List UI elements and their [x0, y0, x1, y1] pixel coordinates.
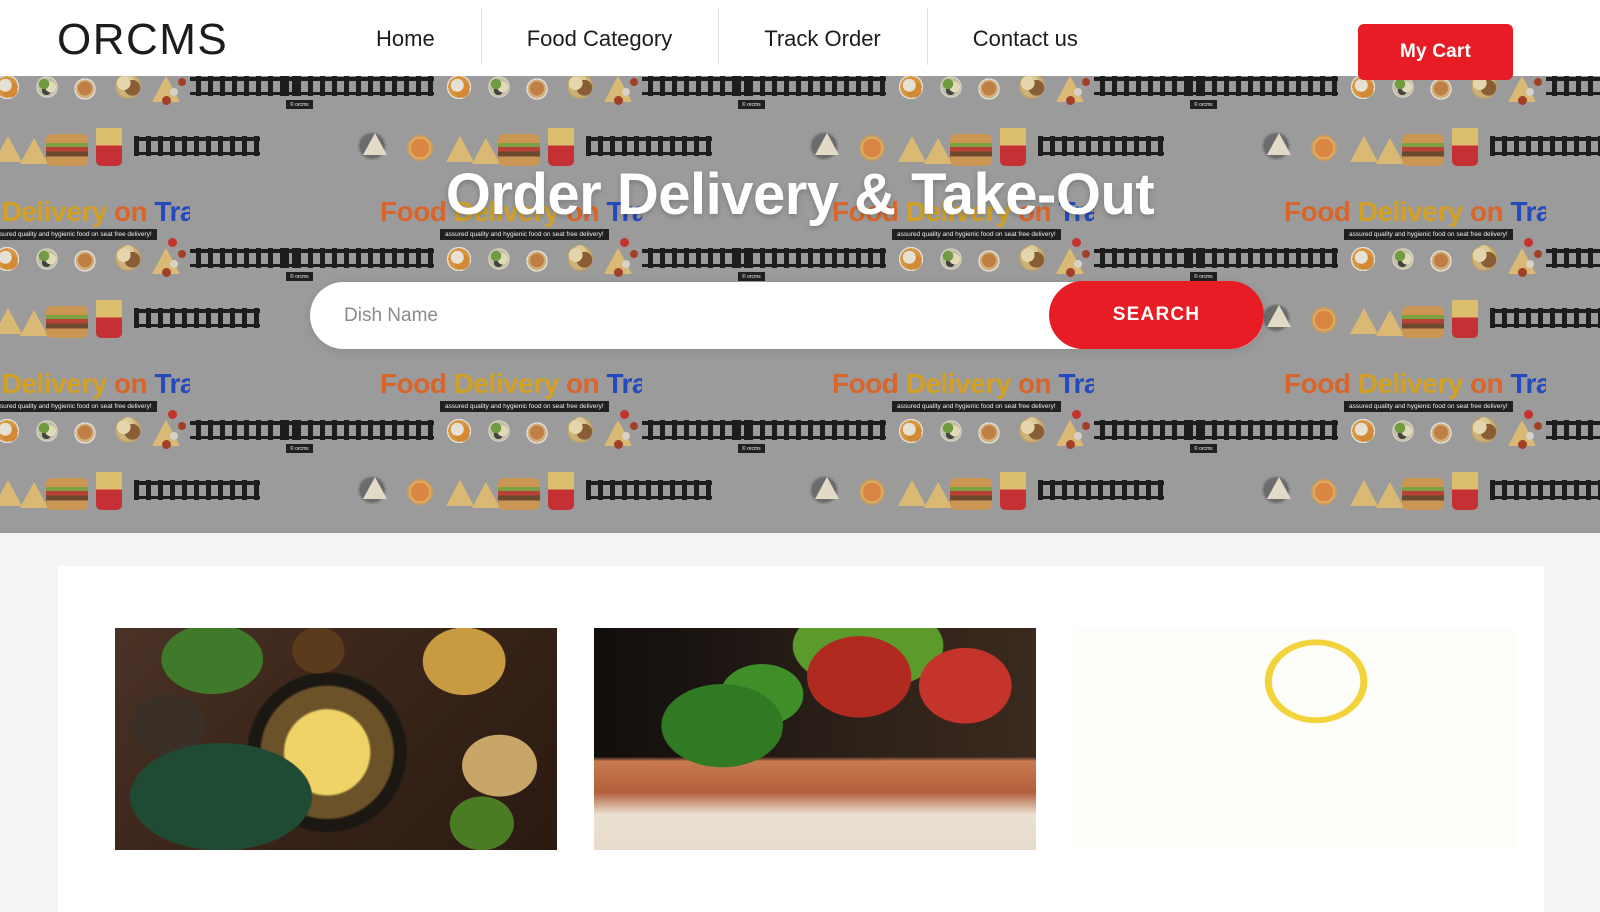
- dish-image-polenta[interactable]: [115, 628, 557, 850]
- dish-image-thai-basil-chicken[interactable]: [1073, 628, 1515, 850]
- dish-card-grid: [115, 628, 1515, 874]
- dishes-panel: [58, 566, 1544, 912]
- dish-card-body: [1073, 850, 1515, 868]
- nav-item-contact-us[interactable]: Contact us: [926, 0, 1124, 65]
- nav-item-track-order[interactable]: Track Order: [718, 0, 927, 65]
- hero-banner: Food Delivery on Trainsassured quality a…: [0, 76, 1600, 533]
- search-input[interactable]: [344, 282, 1044, 349]
- dish-image-lasagna[interactable]: [594, 628, 1036, 850]
- main-navigation: Home Food Category Track Order Contact u…: [330, 0, 1124, 76]
- nav-item-home[interactable]: Home: [330, 0, 481, 52]
- hero-title: Order Delivery & Take-Out: [445, 162, 1155, 227]
- site-logo[interactable]: ORCMS: [57, 16, 228, 64]
- dish-card-body: [115, 850, 557, 868]
- search-button[interactable]: SEARCH: [1049, 281, 1264, 349]
- main-content: [0, 533, 1600, 912]
- my-cart-button[interactable]: My Cart: [1358, 24, 1513, 80]
- dish-card[interactable]: [594, 628, 1036, 874]
- dish-search-bar: SEARCH: [310, 281, 1264, 349]
- dish-card[interactable]: [1073, 628, 1515, 874]
- nav-item-food-category[interactable]: Food Category: [480, 0, 719, 65]
- dish-card-body: [594, 850, 1036, 868]
- site-header: ORCMS Home Food Category Track Order Con…: [0, 0, 1600, 80]
- dish-card[interactable]: [115, 628, 557, 874]
